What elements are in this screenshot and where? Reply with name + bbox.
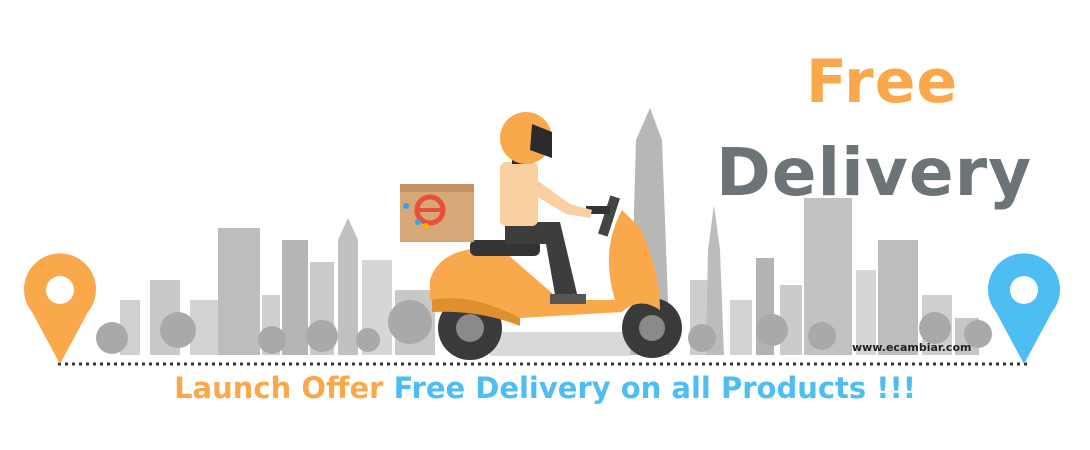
- headline-free: Free: [806, 47, 959, 117]
- tagline-free-delivery: Free Delivery on all Products !!!: [393, 371, 916, 405]
- website-watermark: www.ecambiar.com: [852, 341, 972, 354]
- headline-delivery: Delivery: [716, 134, 1033, 211]
- location-pin-icon: [24, 253, 97, 364]
- location-pin-icon: [988, 253, 1060, 364]
- delivery-box: [400, 184, 474, 242]
- tagline-launch-offer: Launch Offer: [174, 371, 384, 405]
- promo-tagline: Launch Offer Free Delivery on all Produc…: [0, 374, 1090, 403]
